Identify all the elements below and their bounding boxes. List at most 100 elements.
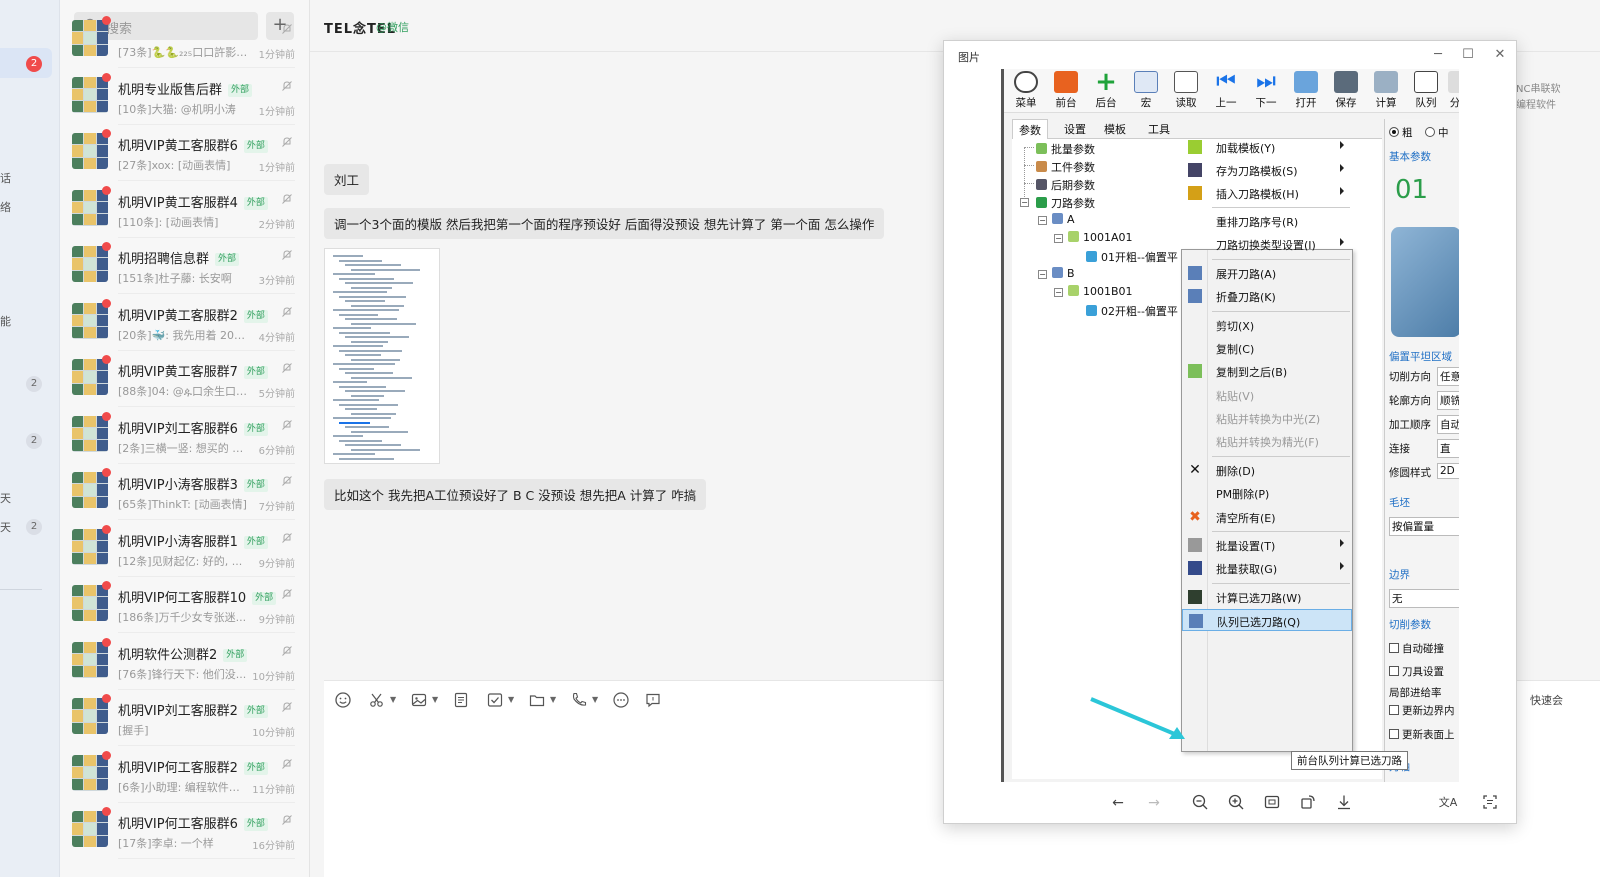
tree-node-b1[interactable]: 1001B01: [1068, 285, 1133, 298]
param-row-value[interactable]: 顺铣: [1437, 391, 1459, 410]
collapse-toggle[interactable]: −: [1038, 270, 1047, 279]
auto-collide-checkbox[interactable]: 自动碰撞: [1389, 641, 1444, 656]
param-row-value[interactable]: 任意: [1437, 367, 1459, 386]
context-menu-item[interactable]: 剪切(X): [1182, 314, 1352, 336]
chat-list-item[interactable]: 机明VIP小涛客服群1 外部 [12条]见财起亿: 好的, ... 9分钟前: [60, 521, 310, 577]
tab-tools[interactable]: 工具: [1148, 121, 1170, 137]
chevron-down-icon[interactable]: ▼: [508, 695, 514, 704]
tree-node-a1[interactable]: 1001A01: [1068, 231, 1133, 244]
context-menu-item[interactable]: 折叠刀路(K): [1182, 285, 1352, 307]
rotate-icon[interactable]: [1298, 793, 1318, 813]
scissors-icon[interactable]: [368, 691, 386, 709]
tree-node-workpiece[interactable]: 工件参数: [1036, 159, 1095, 175]
param-row-value[interactable]: 自动: [1437, 415, 1459, 434]
collapse-toggle[interactable]: −: [1020, 198, 1029, 207]
document-icon[interactable]: [452, 691, 470, 709]
emoji-icon[interactable]: [334, 691, 352, 709]
zoom-in-icon[interactable]: [1226, 793, 1246, 813]
section-basic-params[interactable]: 基本参数: [1389, 149, 1431, 164]
chat-list-item[interactable]: 机明VIP黄工客服群4 外部 [110条]: [动画表情] 2分钟前: [60, 182, 310, 238]
context-menu-item[interactable]: 刀路切换类型设置(I): [1182, 233, 1352, 255]
context-menu-item[interactable]: ✕ 删除(D): [1182, 459, 1352, 481]
rail-label-4[interactable]: 天: [0, 490, 11, 506]
folder-icon[interactable]: [528, 691, 546, 709]
tree-node-batch[interactable]: 批量参数: [1036, 141, 1095, 157]
chat-history-icon[interactable]: [644, 691, 662, 709]
tool-back[interactable]: + 后台: [1088, 69, 1124, 111]
context-menu-item[interactable]: 存为刀路模板(S): [1182, 159, 1352, 181]
radio-medium[interactable]: 中: [1425, 125, 1449, 140]
image-icon[interactable]: [410, 691, 428, 709]
tool-queue[interactable]: 队列: [1408, 71, 1444, 111]
more-icon[interactable]: [612, 691, 630, 709]
message-bubble[interactable]: 比如这个 我先把A工位预设好了 B C 没预设 想先把A 计算了 咋搞: [324, 479, 707, 510]
chat-list-item[interactable]: [73条]🐍🐍₂₂₅口口許影鉈形... 1分钟前: [60, 12, 310, 68]
zoom-out-icon[interactable]: [1190, 793, 1210, 813]
rail-label-2[interactable]: 络: [0, 199, 11, 215]
collapse-toggle[interactable]: −: [1038, 216, 1047, 225]
context-menu-item[interactable]: 批量获取(G): [1182, 557, 1352, 579]
context-menu-item[interactable]: 粘贴(V): [1182, 384, 1352, 406]
tab-params[interactable]: 参数: [1012, 119, 1048, 140]
tab-settings[interactable]: 设置: [1064, 121, 1086, 137]
arrow-left-icon[interactable]: ←: [1108, 793, 1128, 813]
context-menu-item[interactable]: 粘贴并转换为精光(F): [1182, 430, 1352, 452]
chat-list-item[interactable]: 机明VIP黄工客服群2 外部 [20条]🐳: 我先用着 202... 4分钟前: [60, 295, 310, 351]
context-menu-item[interactable]: 加载模板(Y): [1182, 136, 1352, 158]
context-menu-item[interactable]: 复制(C): [1182, 337, 1352, 359]
rail-label-1[interactable]: 话: [0, 170, 11, 186]
chat-list-item[interactable]: 机明VIP刘工客服群2 外部 [握手] 10分钟前: [60, 690, 310, 746]
translate-icon[interactable]: 文A: [1438, 793, 1458, 813]
chat-list-item[interactable]: 机明VIP何工客服群6 外部 [17条]李卓: 一个样 16分钟前: [60, 803, 310, 859]
tool-prev[interactable]: ⏮ 上一: [1208, 71, 1244, 111]
tool-settings-checkbox[interactable]: 刀具设置: [1389, 664, 1444, 679]
tool-split[interactable]: 分: [1448, 71, 1459, 111]
message-bubble[interactable]: 调一个3个面的模版 然后我把第一个面的程序预设好 后面得没预设 想先计算了 第一…: [324, 208, 885, 239]
chevron-down-icon[interactable]: ▼: [390, 695, 396, 704]
rail-label-5[interactable]: 天: [0, 519, 11, 535]
context-menu-item[interactable]: 展开刀路(A): [1182, 262, 1352, 284]
section-boundary[interactable]: 边界: [1389, 567, 1410, 582]
chat-list-item[interactable]: 机明VIP黄工客服群7 外部 [88条]04: @ዹ口余生口题... 5分钟前: [60, 351, 310, 407]
section-stock[interactable]: 毛坯: [1389, 495, 1410, 510]
tool-calc[interactable]: 计算: [1368, 71, 1404, 111]
tool-front[interactable]: 前台: [1048, 71, 1084, 111]
tab-templates[interactable]: 模板: [1104, 121, 1126, 137]
chat-list-item[interactable]: 机明VIP刘工客服群6 外部 [2条]三横一竖: 想买的 也... 6分钟前: [60, 408, 310, 464]
tool-open[interactable]: 打开: [1288, 71, 1324, 111]
fit-screen-icon[interactable]: [1262, 793, 1282, 813]
tree-node-b1-path[interactable]: 02开粗--偏置平: [1086, 303, 1178, 319]
collapse-toggle[interactable]: −: [1054, 288, 1063, 297]
chevron-down-icon[interactable]: ▼: [592, 695, 598, 704]
context-menu-item[interactable]: 队列已选刀路(Q): [1182, 609, 1352, 631]
boundary-field[interactable]: 无: [1389, 589, 1459, 608]
image-message-thumbnail[interactable]: [324, 248, 440, 464]
tree-node-b[interactable]: B: [1052, 267, 1075, 280]
param-row-value[interactable]: 直: [1437, 439, 1459, 458]
chat-list-item[interactable]: 机明VIP小涛客服群3 外部 [65条]ThinkT: [动画表情] 7分钟前: [60, 464, 310, 520]
tool-save[interactable]: 保存: [1328, 71, 1364, 111]
section-cut-params[interactable]: 切削参数: [1389, 617, 1431, 632]
tool-menu[interactable]: 菜单: [1008, 71, 1044, 111]
quick-meeting-label[interactable]: 快速会: [1530, 692, 1563, 708]
tool-macro[interactable]: 宏: [1128, 71, 1164, 111]
chat-list-item[interactable]: 机明专业版售后群 外部 [10条]大猫: @机明小涛 1分钟前: [60, 69, 310, 125]
chat-list-item[interactable]: 机明招聘信息群 外部 [151条]杜子藤: 长安啊 3分钟前: [60, 238, 310, 294]
tree-node-toolpath[interactable]: 刀路参数: [1036, 195, 1095, 211]
context-menu-item[interactable]: 重排刀路序号(R): [1182, 210, 1352, 232]
param-row-value[interactable]: 2D: [1437, 463, 1459, 479]
tree-node-post[interactable]: 后期参数: [1036, 177, 1095, 193]
arrow-right-icon[interactable]: →: [1144, 793, 1164, 813]
minimize-icon[interactable]: ─: [1428, 45, 1448, 65]
chat-list-item[interactable]: 机明VIP何工客服群10 外部 [186条]万千少女专张迷... 9分钟前: [60, 577, 310, 633]
update-boundary-checkbox[interactable]: 更新边界内: [1389, 703, 1455, 718]
rail-label-3[interactable]: 能: [0, 313, 11, 329]
radio-rough[interactable]: 粗: [1389, 125, 1413, 140]
tool-read[interactable]: 读取: [1168, 71, 1204, 111]
phone-icon[interactable]: [570, 691, 588, 709]
chevron-down-icon[interactable]: ▼: [432, 695, 438, 704]
checklist-icon[interactable]: [486, 691, 504, 709]
message-bubble[interactable]: 刘工: [324, 164, 370, 195]
chevron-down-icon[interactable]: ▼: [550, 695, 556, 704]
tree-node-a[interactable]: A: [1052, 213, 1075, 226]
